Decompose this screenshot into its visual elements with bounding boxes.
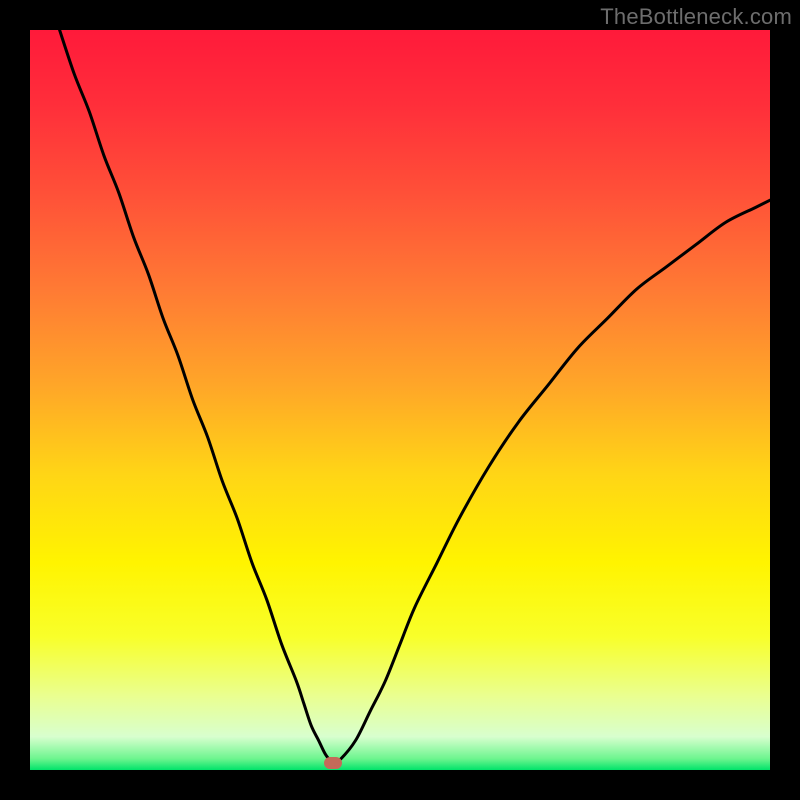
curve-layer bbox=[30, 30, 770, 770]
plot-area bbox=[30, 30, 770, 770]
bottleneck-curve bbox=[60, 30, 770, 763]
watermark-text: TheBottleneck.com bbox=[600, 4, 792, 30]
chart-frame: TheBottleneck.com bbox=[0, 0, 800, 800]
optimal-point-marker bbox=[324, 757, 342, 769]
